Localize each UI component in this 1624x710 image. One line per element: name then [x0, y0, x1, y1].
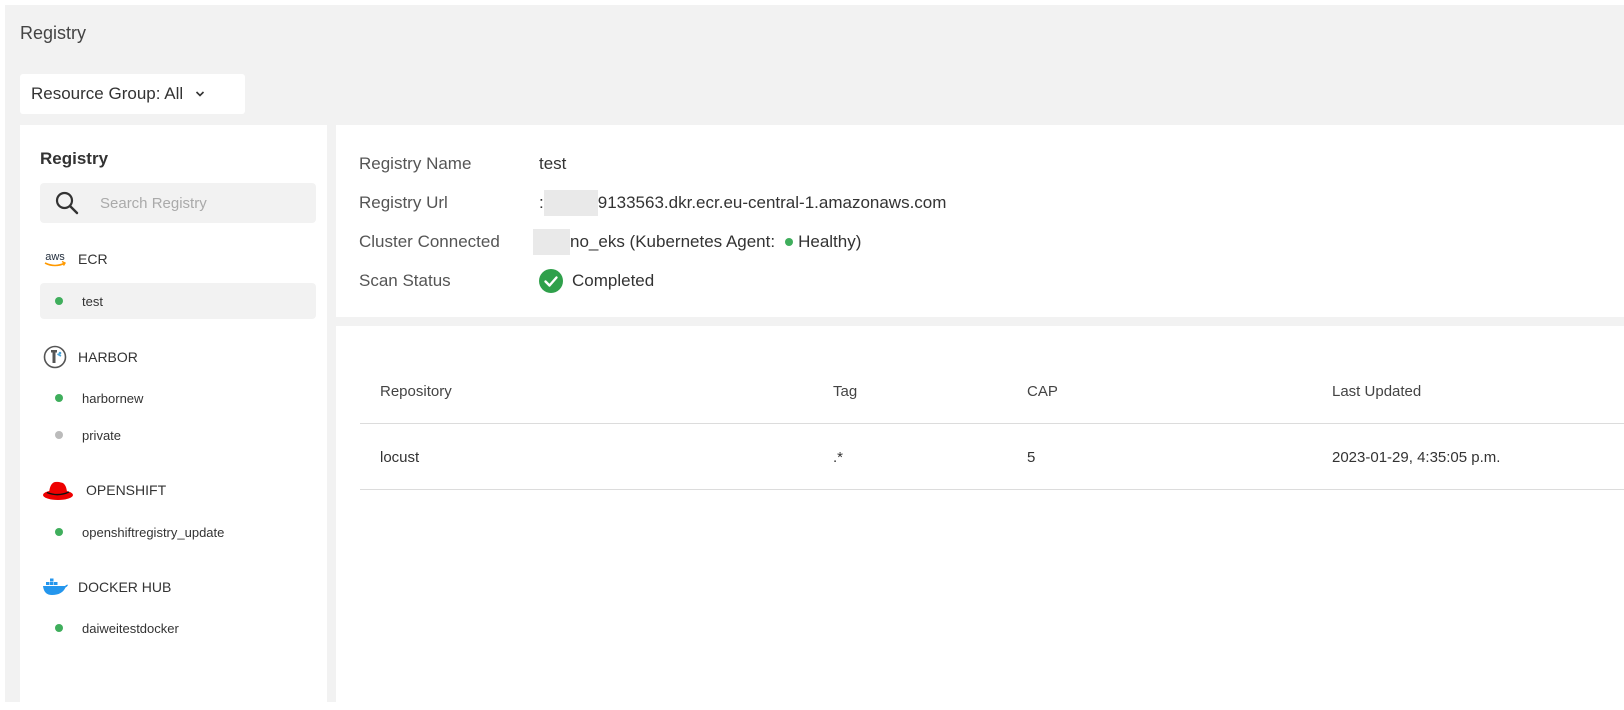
cluster-connected-label: Cluster Connected [359, 232, 500, 251]
redacted-block [543, 190, 598, 216]
registry-item-label: openshiftregistry_update [82, 524, 225, 540]
sidebar-title: Registry [40, 149, 109, 168]
registry-item-label: private [82, 427, 122, 443]
registry-item-test[interactable]: test [40, 283, 316, 319]
registry-name-value: test [539, 154, 567, 173]
registry-item-label: daiweitestdocker [82, 620, 179, 636]
status-dot-green [55, 624, 63, 632]
column-header-repository[interactable]: Repository [380, 358, 452, 424]
page-title: Registry [20, 23, 87, 43]
group-header-openshift: OPENSHIFT [40, 477, 166, 503]
column-header-last-updated[interactable]: Last Updated [1332, 358, 1421, 424]
registry-item-label: test [82, 293, 103, 309]
cell-tag: .* [833, 448, 844, 466]
status-dot-gray [55, 431, 63, 439]
registry-sidebar: Registry aws ECR test [20, 125, 327, 702]
registry-item-daiweitestdocker[interactable]: daiweitestdocker [40, 610, 316, 646]
repository-table-panel: Repository Tag CAP Last Updated locust .… [336, 326, 1624, 702]
registry-name-label: Registry Name [359, 154, 472, 173]
chevron-down-icon [196, 91, 205, 97]
cluster-connected-row: Cluster Connected no_eks (Kubernetes Age… [359, 229, 861, 255]
search-box [40, 183, 316, 223]
column-header-tag[interactable]: Tag [833, 358, 857, 424]
scan-status-label: Scan Status [359, 271, 451, 290]
group-label-docker-hub: DOCKER HUB [78, 579, 172, 595]
registry-item-harbornew[interactable]: harbornew [40, 380, 316, 416]
redhat-logo-icon [40, 477, 76, 503]
status-dot-green [55, 528, 63, 536]
cluster-name-text: no_eks (Kubernetes Agent: [570, 232, 776, 251]
group-label-ecr: ECR [78, 251, 108, 267]
search-icon [55, 191, 79, 215]
scan-status-value: Completed [539, 269, 654, 293]
cell-cap: 5 [1027, 448, 1036, 466]
group-header-harbor: HARBOR [40, 344, 138, 370]
registry-url-label: Registry Url [359, 193, 448, 212]
aws-logo-icon: aws [40, 246, 70, 272]
resource-group-dropdown[interactable]: Resource Group: All [20, 74, 245, 114]
check-circle-icon [539, 269, 563, 293]
table-header-row: Repository Tag CAP Last Updated [360, 358, 1624, 424]
redacted-block [533, 229, 570, 255]
column-header-cap[interactable]: CAP [1027, 358, 1058, 424]
registry-details-panel: Registry Name test Registry Url :9133563… [336, 125, 1624, 317]
group-label-harbor: HARBOR [78, 349, 138, 365]
scan-status-text: Completed [572, 271, 655, 290]
docker-logo-icon [40, 574, 70, 600]
status-dot-green [55, 394, 63, 402]
scan-status-row: Scan Status Completed [359, 269, 654, 293]
resource-group-label: Resource Group: All [31, 84, 184, 103]
cell-repository: locust [380, 448, 420, 466]
registry-url-text: 9133563.dkr.ecr.eu-central-1.amazonaws.c… [597, 193, 947, 212]
registry-url-row: Registry Url :9133563.dkr.ecr.eu-central… [359, 190, 946, 216]
group-header-ecr: aws ECR [40, 246, 108, 272]
health-status-dot [785, 238, 794, 246]
table-row[interactable]: locust .* 5 2023-01-29, 4:35:05 p.m. [360, 424, 1624, 490]
registry-item-label: harbornew [82, 390, 144, 406]
search-registry-input[interactable] [100, 194, 300, 212]
cell-last-updated: 2023-01-29, 4:35:05 p.m. [1332, 448, 1501, 466]
cluster-connected-value: no_eks (Kubernetes Agent: Healthy) [533, 229, 861, 255]
app-window: Registry Resource Group: All Registry aw… [5, 5, 1624, 702]
group-header-docker-hub: DOCKER HUB [40, 574, 171, 600]
registry-url-value: :9133563.dkr.ecr.eu-central-1.amazonaws.… [539, 190, 946, 216]
repository-table: Repository Tag CAP Last Updated locust .… [360, 358, 1624, 490]
registry-name-row: Registry Name test [359, 152, 566, 176]
registry-item-private[interactable]: private [40, 417, 316, 453]
status-dot-green [55, 297, 63, 305]
harbor-logo-icon [40, 344, 70, 370]
group-label-openshift: OPENSHIFT [86, 482, 167, 498]
registry-item-openshiftregistry-update[interactable]: openshiftregistry_update [40, 514, 316, 550]
cluster-health-text: Healthy) [798, 232, 862, 251]
